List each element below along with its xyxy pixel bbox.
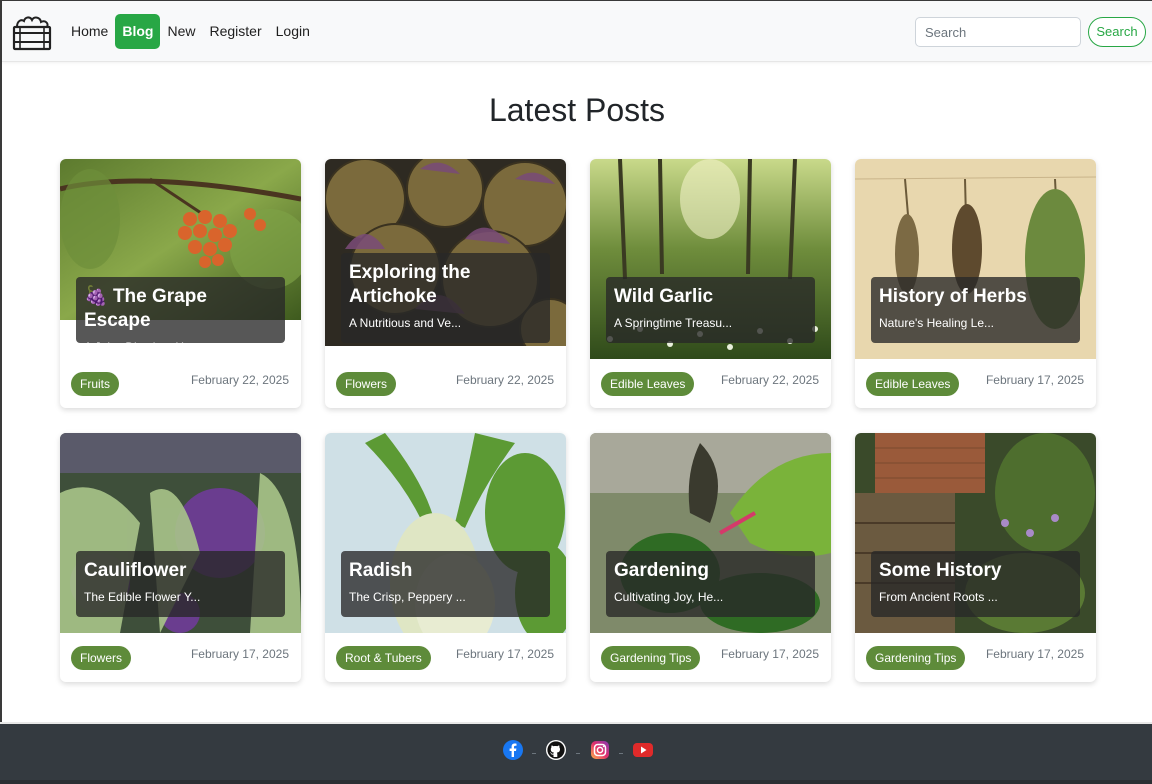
post-title[interactable]: Wild Garlic — [614, 285, 807, 309]
category-tag[interactable]: Fruits — [71, 372, 119, 396]
post-overlay: Cauliflower The Edible Flower Y... — [76, 551, 285, 617]
search-input[interactable] — [915, 17, 1081, 47]
post-title[interactable]: Some History — [879, 559, 1072, 583]
post-title[interactable]: History of Herbs — [879, 285, 1072, 309]
search-button[interactable]: Search — [1088, 17, 1146, 47]
post-subtitle: The Edible Flower Y... — [84, 590, 201, 604]
post-date: February 17, 2025 — [985, 373, 1084, 387]
category-tag[interactable]: Edible Leaves — [866, 372, 960, 396]
post-subtitle: From Ancient Roots ... — [879, 590, 998, 604]
post-overlay: Exploring the Artichoke A Nutritious and… — [341, 253, 550, 343]
navbar: Home Blog New Register Login Search — [2, 1, 1152, 62]
post-overlay: 🍇 The Grape Escape A Juicy Dive into H..… — [76, 277, 285, 354]
post-subtitle: Nature's Healing Le... — [879, 316, 995, 330]
post-date: February 17, 2025 — [190, 647, 289, 661]
post-date: February 22, 2025 — [455, 373, 554, 387]
separator — [532, 753, 536, 754]
post-card[interactable]: Radish The Crisp, Peppery ... Root & Tub… — [325, 433, 566, 682]
category-tag[interactable]: Gardening Tips — [866, 646, 966, 670]
category-tag[interactable]: Flowers — [71, 646, 132, 670]
post-subtitle: Cultivating Joy, He... — [614, 590, 724, 604]
nav-links: Home Blog New Register Login — [64, 14, 317, 49]
github-icon[interactable] — [546, 740, 566, 760]
post-title[interactable]: Gardening — [614, 559, 807, 583]
post-card[interactable]: Exploring the Artichoke A Nutritious and… — [325, 159, 566, 408]
post-overlay: History of Herbs Nature's Healing Le... — [871, 277, 1080, 343]
grapes-emoji-icon: 🍇 — [84, 286, 108, 307]
youtube-icon[interactable] — [633, 740, 653, 760]
post-date: February 22, 2025 — [190, 373, 289, 387]
post-subtitle: A Juicy Dive into H... — [84, 340, 195, 354]
post-date: February 17, 2025 — [720, 647, 819, 661]
post-card[interactable]: Gardening Cultivating Joy, He... Gardeni… — [590, 433, 831, 682]
category-tag[interactable]: Root & Tubers — [336, 646, 431, 670]
post-overlay: Some History From Ancient Roots ... — [871, 551, 1080, 617]
logo-crate-icon[interactable] — [11, 13, 53, 53]
footer — [0, 724, 1152, 780]
post-title[interactable]: Radish — [349, 559, 542, 583]
nav-link-blog[interactable]: Blog — [115, 14, 161, 49]
post-card[interactable]: Cauliflower The Edible Flower Y... Flowe… — [60, 433, 301, 682]
facebook-icon[interactable] — [503, 740, 523, 760]
nav-link-register[interactable]: Register — [202, 14, 268, 49]
nav-link-home[interactable]: Home — [64, 14, 115, 49]
post-subtitle: A Nutritious and Ve... — [349, 316, 462, 330]
separator — [619, 753, 623, 754]
separator — [576, 753, 580, 754]
instagram-icon[interactable] — [590, 740, 610, 760]
post-date: February 22, 2025 — [720, 373, 819, 387]
post-card[interactable]: Wild Garlic A Springtime Treasu... Edibl… — [590, 159, 831, 408]
post-card[interactable]: Some History From Ancient Roots ... Gard… — [855, 433, 1096, 682]
category-tag[interactable]: Edible Leaves — [601, 372, 695, 396]
taskbar-edge — [0, 780, 1152, 784]
post-title[interactable]: Exploring the Artichoke — [349, 261, 542, 309]
post-overlay: Wild Garlic A Springtime Treasu... — [606, 277, 815, 343]
post-overlay: Radish The Crisp, Peppery ... — [341, 551, 550, 617]
nav-link-login[interactable]: Login — [269, 14, 317, 49]
post-subtitle: A Springtime Treasu... — [614, 316, 733, 330]
category-tag[interactable]: Gardening Tips — [601, 646, 701, 670]
post-card[interactable]: History of Herbs Nature's Healing Le... … — [855, 159, 1096, 408]
post-date: February 17, 2025 — [985, 647, 1084, 661]
category-tag[interactable]: Flowers — [336, 372, 397, 396]
post-date: February 17, 2025 — [455, 647, 554, 661]
post-overlay: Gardening Cultivating Joy, He... — [606, 551, 815, 617]
post-title[interactable]: Cauliflower — [84, 559, 277, 583]
post-card[interactable]: 🍇 The Grape Escape A Juicy Dive into H..… — [60, 159, 301, 408]
page-title: Latest Posts — [488, 92, 666, 128]
nav-link-new[interactable]: New — [160, 14, 202, 49]
post-subtitle: The Crisp, Peppery ... — [349, 590, 466, 604]
